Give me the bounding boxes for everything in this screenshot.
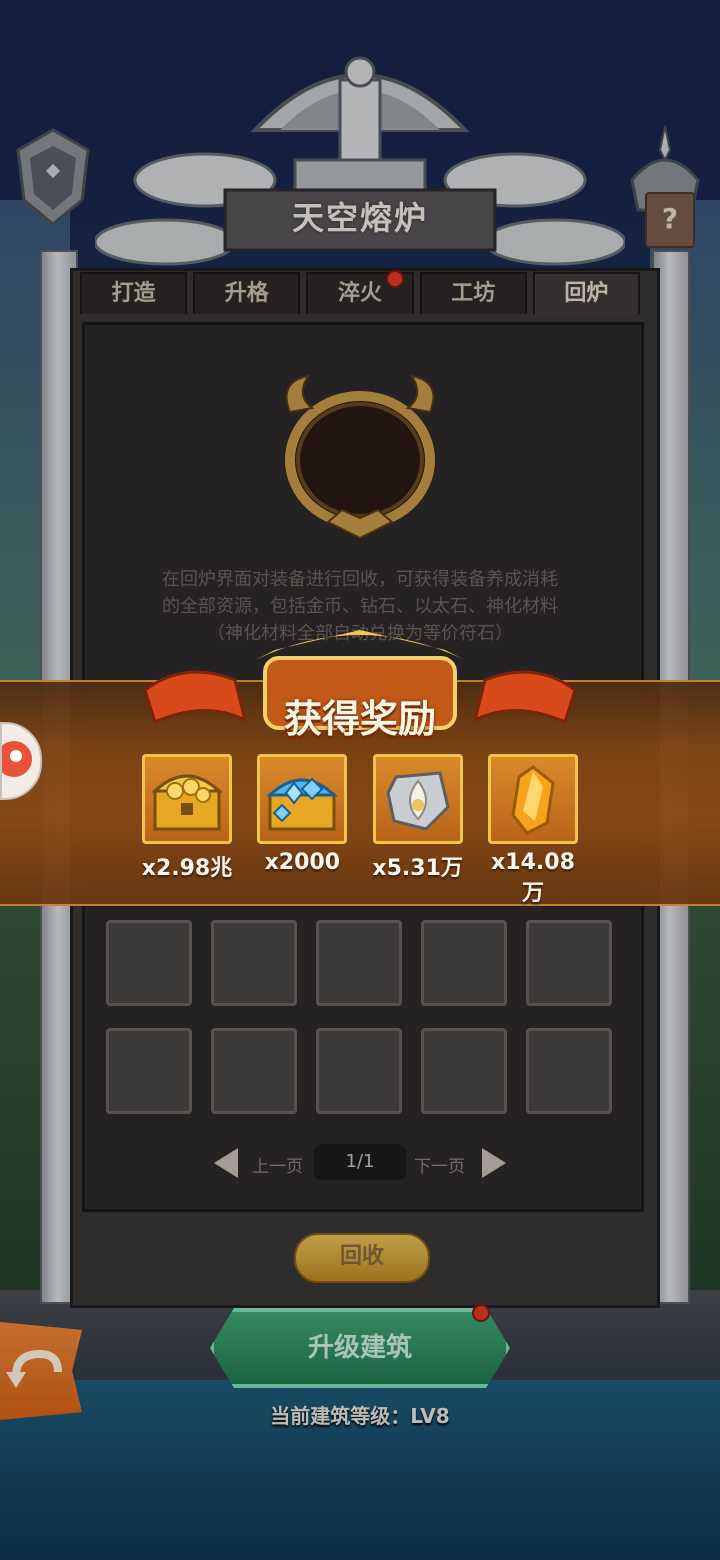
mascot-icon (0, 741, 32, 777)
reward-item[interactable]: x2.98兆 (140, 754, 234, 884)
diamond-chest-icon (257, 754, 348, 844)
reward-item[interactable]: x5.31万 (371, 754, 465, 884)
reward-items: x2.98兆 x2000 x5.31万 x14.08万 (140, 754, 580, 906)
reward-quantity: x5.31万 (372, 856, 463, 881)
reward-quantity: x2000 (264, 850, 341, 875)
reward-quantity: x2.98兆 (141, 856, 233, 881)
reward-item[interactable]: x2000 (255, 754, 349, 884)
reward-title: 获得奖励 (283, 696, 436, 741)
side-menu-icon[interactable] (0, 722, 42, 800)
ether-stone-icon (372, 754, 463, 844)
rune-crystal-icon (487, 754, 578, 844)
gold-chest-icon (142, 754, 232, 844)
reward-item[interactable]: x14.08万 (486, 754, 580, 906)
reward-title-container: 获得奖励 (248, 640, 472, 741)
reward-quantity: x14.08万 (491, 850, 575, 906)
